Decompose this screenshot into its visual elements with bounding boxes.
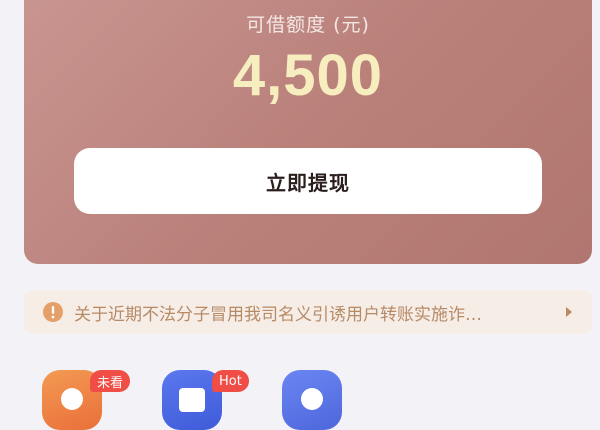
shortcut-2-glyph [179,388,205,412]
credit-card: 可借额度 (元) 4,500 立即提现 [24,0,592,264]
notice-bar[interactable]: 关于近期不法分子冒用我司名义引诱用户转账实施诈… [24,290,592,334]
shortcut-1-glyph [61,388,83,410]
exclamation-circle-icon [43,302,63,322]
caret-right-icon [566,307,572,317]
notice-text: 关于近期不法分子冒用我司名义引诱用户转账实施诈… [74,304,482,325]
credit-limit-amount: 4,500 [232,43,384,108]
shortcut-1-badge: 未看 [90,370,131,392]
shortcut-icon-3[interactable] [282,370,342,430]
withdraw-now-button[interactable]: 立即提现 [74,148,542,214]
credit-limit-label: 可借额度 (元) [246,14,370,36]
shortcut-2-badge: Hot [212,370,249,392]
shortcut-3-glyph [301,388,323,410]
